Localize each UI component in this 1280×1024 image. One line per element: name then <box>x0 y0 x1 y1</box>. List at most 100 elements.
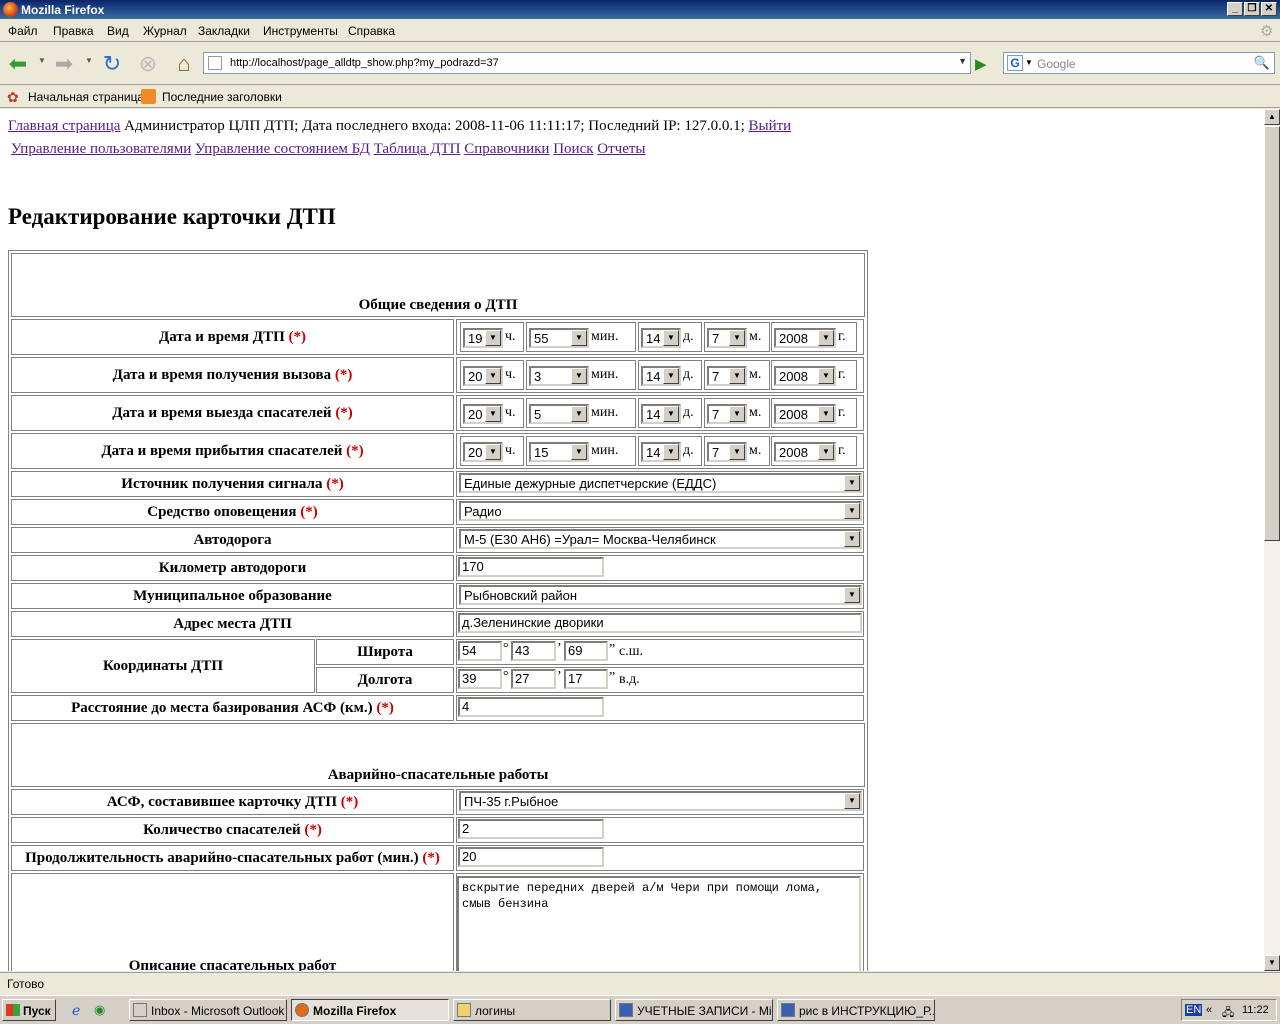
call-day-select[interactable]: 14 ▼ <box>641 366 681 386</box>
departure-min-select[interactable]: 5 ▼ <box>529 404 589 424</box>
arrival-min-select[interactable]: 15 ▼ <box>529 442 589 462</box>
distance-input[interactable]: 4 <box>458 697 604 717</box>
bookmark-headlines[interactable]: Последние заголовки <box>162 90 282 104</box>
asf-select[interactable]: ПЧ-35 г.Рыбное ▼ <box>459 791 862 811</box>
menu-help[interactable]: Справка <box>348 24 395 38</box>
menu-edit[interactable]: Правка <box>53 24 94 38</box>
signal-source-select[interactable]: Единые дежурные диспетчерские (ЕДДС) ▼ <box>459 473 862 493</box>
home-icon[interactable]: ⌂ <box>171 51 197 77</box>
back-icon[interactable]: ⬅ <box>5 51 31 77</box>
search-engine-icon[interactable]: G <box>1007 55 1023 71</box>
dropdown-arrow-icon[interactable]: ▼ <box>844 503 860 519</box>
forward-icon[interactable]: ➡ <box>51 51 77 77</box>
scroll-down-icon[interactable]: ▼ <box>1264 955 1280 971</box>
dropdown-arrow-icon[interactable]: ▼ <box>729 444 745 460</box>
dtp-min-select[interactable]: 55 ▼ <box>529 328 589 348</box>
municipality-select[interactable]: Рыбновский район ▼ <box>459 585 862 605</box>
quicklaunch-icon[interactable]: ◉ <box>94 1002 105 1018</box>
call-hour-select[interactable]: 20 ▼ <box>463 366 503 386</box>
departure-month-select[interactable]: 7 ▼ <box>707 404 747 424</box>
search-box[interactable]: G ▼ Google 🔍 <box>1003 52 1275 74</box>
dropdown-arrow-icon[interactable]: ▼ <box>818 368 834 384</box>
ie-icon[interactable]: ℯ <box>72 1002 80 1019</box>
back-dropdown-icon[interactable]: ▼ <box>38 56 46 65</box>
vertical-scrollbar[interactable]: ▲ ▼ <box>1264 109 1280 971</box>
network-icon[interactable]: 🖧 <box>1222 1004 1234 1023</box>
description-textarea[interactable]: вскрытие передних дверей а/м Чери при по… <box>457 876 861 971</box>
dropdown-arrow-icon[interactable]: ▼ <box>663 406 679 422</box>
nav-users[interactable]: Управление пользователями <box>11 141 191 157</box>
home-link[interactable]: Главная страница <box>8 118 120 134</box>
search-input[interactable]: Google <box>1037 57 1076 71</box>
language-indicator[interactable]: EN <box>1185 1004 1203 1016</box>
dropdown-arrow-icon[interactable]: ▼ <box>571 406 587 422</box>
dropdown-arrow-icon[interactable]: ▼ <box>485 368 501 384</box>
road-select[interactable]: М-5 (Е30 АН6) =Урал= Москва-Челябинск ▼ <box>459 529 862 549</box>
dropdown-arrow-icon[interactable]: ▼ <box>485 406 501 422</box>
menu-bookmarks[interactable]: Закладки <box>198 24 250 38</box>
go-icon[interactable]: ▶ <box>975 55 987 73</box>
dropdown-arrow-icon[interactable]: ▼ <box>571 330 587 346</box>
dropdown-arrow-icon[interactable]: ▼ <box>818 444 834 460</box>
menu-tools[interactable]: Инструменты <box>263 24 338 38</box>
dropdown-arrow-icon[interactable]: ▼ <box>818 330 834 346</box>
task-folder[interactable]: логины <box>453 999 611 1021</box>
duration-input[interactable]: 20 <box>458 847 604 867</box>
dropdown-arrow-icon[interactable]: ▼ <box>663 368 679 384</box>
forward-dropdown-icon[interactable]: ▼ <box>85 56 93 65</box>
lat-degrees-input[interactable]: 54 <box>458 641 502 661</box>
dropdown-arrow-icon[interactable]: ▼ <box>729 330 745 346</box>
task-outlook[interactable]: Inbox - Microsoft Outlook <box>129 999 287 1021</box>
dropdown-arrow-icon[interactable]: ▼ <box>729 368 745 384</box>
dropdown-arrow-icon[interactable]: ▼ <box>663 330 679 346</box>
nav-dtp-table[interactable]: Таблица ДТП <box>374 141 461 157</box>
dropdown-arrow-icon[interactable]: ▼ <box>485 444 501 460</box>
nav-search[interactable]: Поиск <box>553 141 593 157</box>
nav-references[interactable]: Справочники <box>464 141 549 157</box>
scroll-thumb[interactable] <box>1264 126 1280 541</box>
rescuers-input[interactable]: 2 <box>458 819 604 839</box>
call-min-select[interactable]: 3 ▼ <box>529 366 589 386</box>
task-firefox[interactable]: Mozilla Firefox <box>291 999 449 1021</box>
url-input[interactable]: http://localhost/page_alldtp_show.php?my… <box>230 57 499 69</box>
maximize-button[interactable]: ❐ <box>1244 2 1260 16</box>
dropdown-arrow-icon[interactable]: ▼ <box>571 368 587 384</box>
dtp-hour-select[interactable]: 19 ▼ <box>463 328 503 348</box>
dropdown-arrow-icon[interactable]: ▼ <box>663 444 679 460</box>
search-engine-dropdown-icon[interactable]: ▼ <box>1025 58 1033 67</box>
menu-view[interactable]: Вид <box>107 24 129 38</box>
stop-icon[interactable]: ⊗ <box>135 51 161 77</box>
dropdown-arrow-icon[interactable]: ▼ <box>844 793 860 809</box>
notify-means-select[interactable]: Радио ▼ <box>459 501 862 521</box>
search-icon[interactable]: 🔍 <box>1254 55 1270 71</box>
minimize-button[interactable]: _ <box>1227 2 1243 16</box>
task-word-accounts[interactable]: УЧЕТНЫЕ ЗАПИСИ - Mi... <box>615 999 773 1021</box>
dropdown-arrow-icon[interactable]: ▼ <box>571 444 587 460</box>
lon-degrees-input[interactable]: 39 <box>458 669 502 689</box>
call-year-select[interactable]: 2008 ▼ <box>774 366 836 386</box>
lon-minutes-input[interactable]: 27 <box>511 669 556 689</box>
lat-seconds-input[interactable]: 69 <box>564 641 608 661</box>
url-bar[interactable]: http://localhost/page_alldtp_show.php?my… <box>203 52 971 74</box>
nav-db-state[interactable]: Управление состоянием БД <box>195 141 370 157</box>
task-word-instructions[interactable]: рис в ИНСТРУКЦИЮ_Р... <box>777 999 935 1021</box>
departure-year-select[interactable]: 2008 ▼ <box>774 404 836 424</box>
departure-day-select[interactable]: 14 ▼ <box>641 404 681 424</box>
close-button[interactable]: ✕ <box>1261 2 1277 16</box>
bookmark-home[interactable]: Начальная страница <box>28 90 144 104</box>
start-button[interactable]: Пуск <box>2 999 56 1021</box>
arrival-hour-select[interactable]: 20 ▼ <box>463 442 503 462</box>
tray-expand-icon[interactable]: « <box>1206 1004 1212 1016</box>
arrival-day-select[interactable]: 14 ▼ <box>641 442 681 462</box>
logout-link[interactable]: Выйти <box>749 118 792 134</box>
lon-seconds-input[interactable]: 17 <box>564 669 608 689</box>
menu-file[interactable]: Файл <box>8 24 38 38</box>
dropdown-arrow-icon[interactable]: ▼ <box>818 406 834 422</box>
dropdown-arrow-icon[interactable]: ▼ <box>844 475 860 491</box>
nav-reports[interactable]: Отчеты <box>597 141 645 157</box>
departure-hour-select[interactable]: 20 ▼ <box>463 404 503 424</box>
reload-icon[interactable]: ↻ <box>99 51 125 77</box>
arrival-month-select[interactable]: 7 ▼ <box>707 442 747 462</box>
dtp-year-select[interactable]: 2008 ▼ <box>774 328 836 348</box>
call-month-select[interactable]: 7 ▼ <box>707 366 747 386</box>
